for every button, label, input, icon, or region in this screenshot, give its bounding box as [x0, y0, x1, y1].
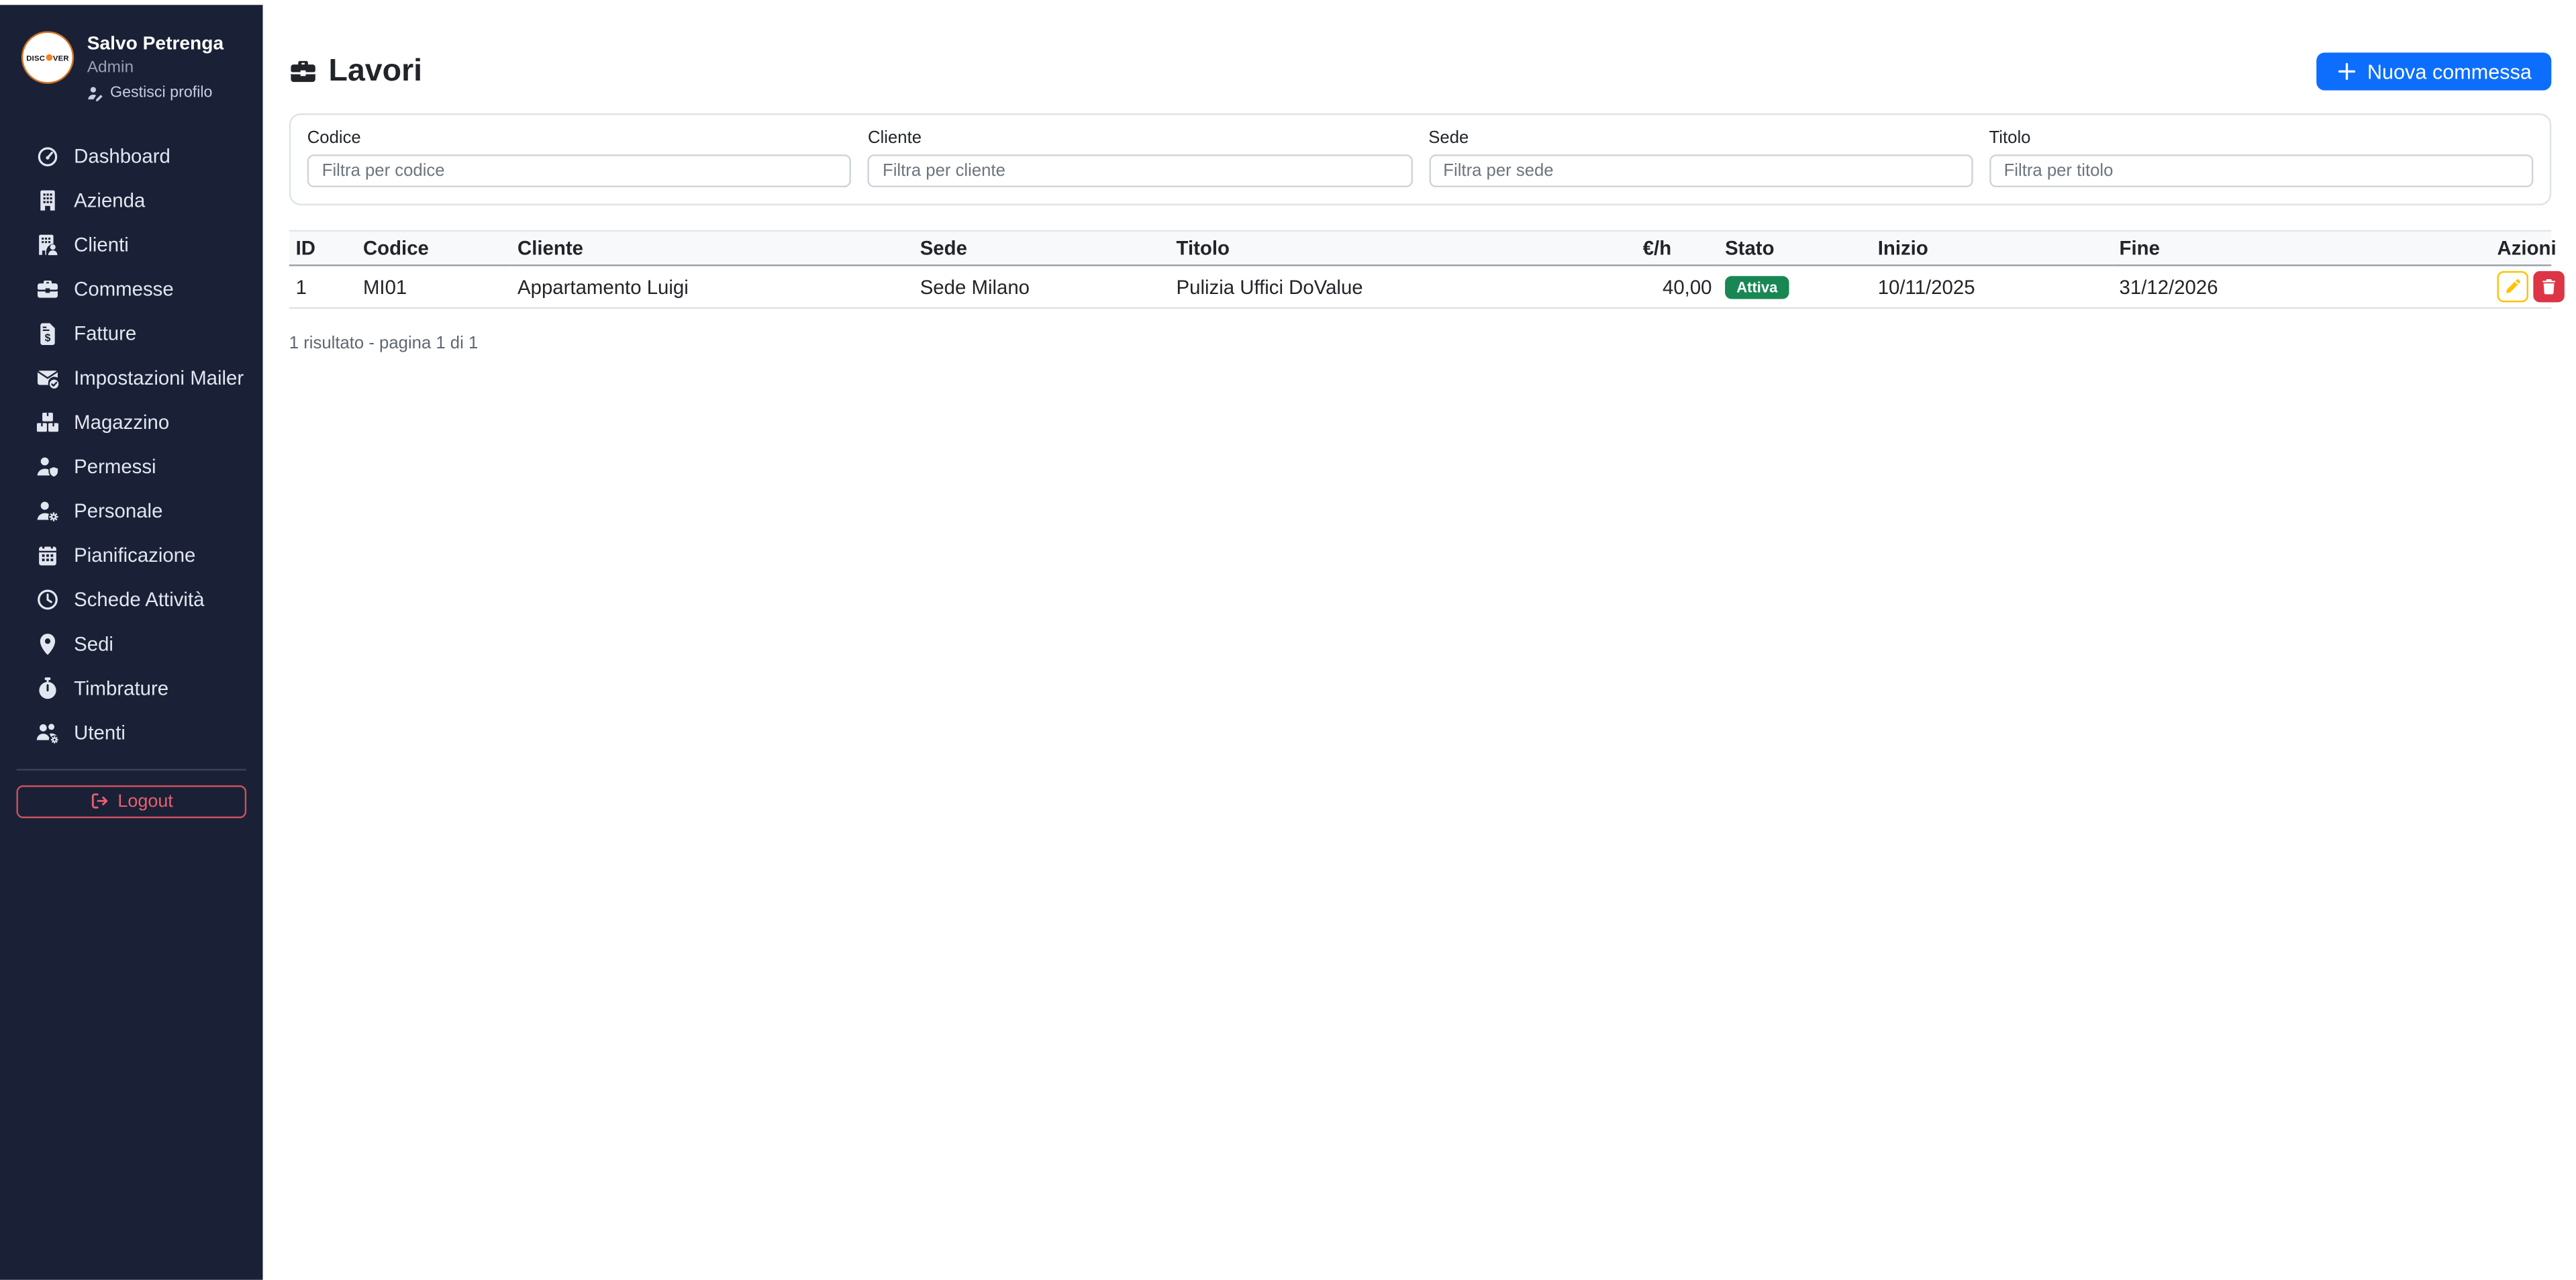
- jobs-table: ID Codice Cliente Sede Titolo €/h Stato …: [289, 230, 2565, 309]
- sidebar-nav: Dashboard Azienda Clienti Commesse $ Fat…: [0, 134, 263, 755]
- map-pin-icon: [40, 634, 56, 655]
- user-block: DISC VER Salvo Petrenga Admin Gestisci pr…: [0, 5, 263, 119]
- sidebar-item-timbrature[interactable]: Timbrature: [0, 667, 263, 711]
- filter-input-titolo[interactable]: [1989, 154, 2534, 188]
- sidebar-item-commesse[interactable]: Commesse: [0, 267, 263, 311]
- filter-field-cliente: Cliente: [867, 128, 1412, 188]
- filter-label: Cliente: [867, 128, 922, 148]
- sidebar-divider: [16, 768, 247, 771]
- sidebar-item-sedi[interactable]: Sedi: [0, 622, 263, 667]
- user-name: Salvo Petrenga: [87, 34, 224, 54]
- calendar-icon: [39, 545, 56, 566]
- avatar: DISC VER: [23, 32, 72, 83]
- gauge-icon: [38, 147, 58, 167]
- col-header-cliente: Cliente: [511, 230, 913, 266]
- cell-fine: 31/12/2026: [2112, 265, 2491, 309]
- cell-sede: Sede Milano: [913, 265, 1170, 309]
- users-gear-icon: [36, 724, 59, 744]
- filter-label: Titolo: [1989, 128, 2031, 148]
- cell-rate: 40,00: [1636, 265, 1719, 309]
- filter-label: Codice: [307, 128, 361, 148]
- filter-input-cliente[interactable]: [867, 154, 1412, 188]
- col-header-fine: Fine: [2112, 230, 2491, 266]
- briefcase-icon: [291, 60, 315, 83]
- delete-button[interactable]: [2533, 270, 2565, 303]
- filter-input-sede[interactable]: [1428, 154, 1973, 188]
- user-gear-icon: [37, 501, 59, 522]
- briefcase-icon: [37, 281, 58, 298]
- main-content: Lavori Nuova commessa Codice Cliente Sed…: [262, 0, 2576, 1280]
- invoice-dollar-icon: $: [40, 323, 55, 346]
- svg-text:$: $: [45, 333, 51, 344]
- table-row: 1 MI01 Appartamento Luigi Sede Milano Pu…: [289, 265, 2565, 309]
- filter-field-sede: Sede: [1428, 128, 1973, 188]
- cell-id: 1: [289, 265, 357, 309]
- cell-azioni: [2490, 265, 2565, 309]
- logout-button[interactable]: Logout: [16, 785, 247, 818]
- sidebar-item-permessi[interactable]: Permessi: [0, 444, 263, 489]
- sidebar-item-personale[interactable]: Personale: [0, 489, 263, 534]
- col-header-id: ID: [289, 230, 357, 266]
- cell-titolo: Pulizia Uffici DoValue: [1169, 265, 1636, 309]
- user-shield-icon: [37, 457, 60, 479]
- sidebar-item-schede-attivita[interactable]: Schede Attività: [0, 578, 263, 622]
- person-edit-icon: [88, 87, 103, 102]
- col-header-inizio: Inizio: [1871, 230, 2113, 266]
- sidebar: DISC VER Salvo Petrenga Admin Gestisci pr…: [0, 5, 263, 1280]
- sidebar-item-clienti[interactable]: Clienti: [0, 223, 263, 267]
- col-header-rate: €/h: [1636, 230, 1719, 266]
- col-header-sede: Sede: [913, 230, 1170, 266]
- building-icon: [40, 190, 55, 211]
- filter-panel: Codice Cliente Sede Titolo: [289, 113, 2552, 205]
- page-title: Lavori: [289, 54, 422, 90]
- col-header-stato: Stato: [1718, 230, 1871, 266]
- sidebar-item-utenti[interactable]: Utenti: [0, 711, 263, 755]
- trash-icon: [2542, 279, 2555, 295]
- sidebar-item-impostazioni-mailer[interactable]: Impostazioni Mailer: [0, 356, 263, 400]
- cell-stato: Attiva: [1718, 265, 1871, 309]
- results-summary: 1 risultato - pagina 1 di 1: [289, 333, 479, 354]
- main-header: Lavori Nuova commessa: [289, 52, 2552, 91]
- sidebar-item-dashboard[interactable]: Dashboard: [0, 134, 263, 179]
- manage-profile-link[interactable]: Gestisci profilo: [87, 83, 224, 103]
- plus-icon: [2338, 62, 2356, 81]
- col-header-azioni: Azioni: [2490, 230, 2557, 266]
- filter-input-codice[interactable]: [307, 154, 852, 188]
- user-role: Admin: [87, 59, 134, 78]
- table-header-row: ID Codice Cliente Sede Titolo €/h Stato …: [289, 230, 2557, 266]
- filter-label: Sede: [1428, 128, 1469, 148]
- cell-cliente: Appartamento Luigi: [511, 265, 913, 309]
- sidebar-item-azienda[interactable]: Azienda: [0, 179, 263, 223]
- sidebar-item-fatture[interactable]: $ Fatture: [0, 311, 263, 356]
- edit-button[interactable]: [2497, 270, 2529, 303]
- col-header-titolo: Titolo: [1169, 230, 1636, 266]
- cell-codice: MI01: [356, 265, 511, 309]
- new-commessa-button[interactable]: Nuova commessa: [2316, 52, 2552, 91]
- filter-field-codice: Codice: [307, 128, 852, 188]
- stopwatch-icon: [39, 677, 56, 699]
- logout-icon: [91, 793, 107, 809]
- clock-icon: [38, 589, 58, 610]
- brand-logo-o-icon: [45, 54, 53, 62]
- cell-inizio: 10/11/2025: [1871, 265, 2113, 309]
- app-root: DISC VER Salvo Petrenga Admin Gestisci pr…: [0, 0, 2576, 1280]
- boxes-icon: [36, 413, 59, 432]
- brand-logo: DISC VER: [26, 53, 69, 62]
- filter-field-titolo: Titolo: [1989, 128, 2534, 188]
- pencil-icon: [2506, 279, 2520, 293]
- envelope-check-icon: [37, 371, 60, 390]
- status-badge: Attiva: [1725, 276, 1789, 300]
- user-meta: Salvo Petrenga Admin Gestisci profilo: [87, 33, 224, 103]
- building-user-icon: [39, 235, 58, 256]
- sidebar-item-pianificazione[interactable]: Pianificazione: [0, 534, 263, 578]
- col-header-codice: Codice: [356, 230, 511, 266]
- sidebar-item-magazzino[interactable]: Magazzino: [0, 400, 263, 444]
